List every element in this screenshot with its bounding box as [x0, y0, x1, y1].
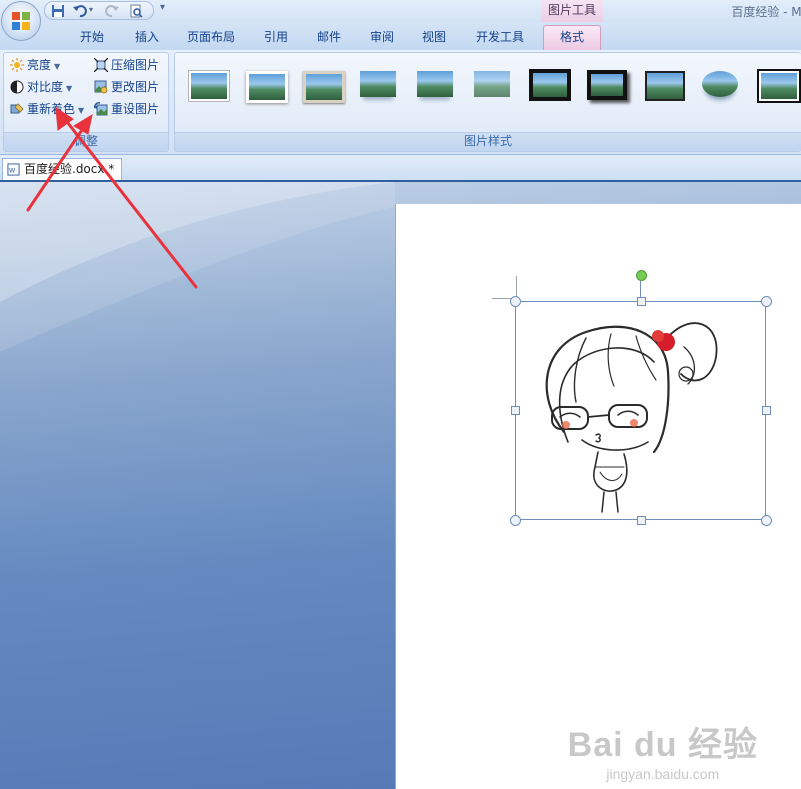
picture-style-thick-black-shadow[interactable]: [584, 67, 628, 101]
quick-access-toolbar: ▾: [44, 1, 154, 20]
resize-handle-bottom-left[interactable]: [510, 515, 521, 526]
window-title: 百度经验 - Mi: [731, 5, 801, 19]
office-logo-icon: [12, 12, 30, 30]
change-picture-label: 更改图片: [111, 80, 160, 94]
resize-handle-bottom-right[interactable]: [761, 515, 772, 526]
tab-mailings[interactable]: 邮件: [309, 27, 349, 49]
print-preview-icon[interactable]: [129, 4, 143, 18]
document-tab-bar: W 百度经验.docx *: [0, 155, 801, 182]
title-bar: ▾ ▾ 图片工具 百度经验 - Mi: [0, 0, 801, 22]
chevron-down-icon: ▼: [54, 62, 61, 71]
contrast-icon: [10, 80, 24, 94]
chevron-down-icon: ▼: [78, 106, 85, 115]
redo-icon[interactable]: [105, 4, 119, 18]
office-button[interactable]: [1, 1, 41, 41]
picture-style-simple-white-frame[interactable]: [185, 67, 229, 101]
tab-home[interactable]: 开始: [72, 27, 112, 49]
reset-picture-icon: [94, 102, 108, 116]
chevron-down-icon: ▼: [66, 84, 73, 93]
margin-mark: [516, 276, 517, 298]
save-icon[interactable]: [51, 4, 65, 18]
tab-review[interactable]: 审阅: [362, 27, 402, 49]
reset-picture-button[interactable]: 重设图片: [94, 99, 159, 119]
resize-handle-top-right[interactable]: [761, 296, 772, 307]
baidu-watermark: Bai du 经验 jingyan.baidu.com: [568, 717, 758, 782]
tab-format[interactable]: 格式: [543, 25, 601, 50]
undo-icon[interactable]: [73, 4, 87, 18]
picture-styles-group-label: 图片样式: [175, 132, 801, 151]
recolor-label: 重新着色: [27, 102, 76, 116]
watermark-url: jingyan.baidu.com: [606, 766, 720, 782]
picture-style-soft-edge[interactable]: [470, 67, 514, 101]
picture-style-reflected-soft[interactable]: [413, 67, 457, 101]
picture-style-thick-black-frame[interactable]: [527, 67, 571, 101]
tab-references[interactable]: 引用: [256, 27, 296, 49]
document-workspace: Bai du 经验 jingyan.baidu.com: [0, 182, 801, 789]
compress-pictures-button[interactable]: 压缩图片: [94, 55, 159, 75]
picture-styles-group: 图片样式: [174, 52, 801, 152]
watermark-logo: Bai du 经验: [567, 726, 758, 764]
picture-style-preview: [246, 71, 288, 103]
picture-style-oval-reflected[interactable]: [698, 67, 742, 101]
svg-text:W: W: [9, 166, 16, 174]
undo-dropdown-icon[interactable]: ▾: [89, 5, 93, 14]
picture-style-thin-black-frame[interactable]: [641, 67, 685, 101]
brightness-button[interactable]: 亮度 ▼: [10, 55, 60, 75]
cartoon-girl-drawing: [545, 322, 718, 513]
rotation-handle[interactable]: [636, 270, 647, 281]
picture-style-preview: [757, 69, 801, 103]
picture-style-preview: [702, 71, 738, 97]
tab-page-layout[interactable]: 页面布局: [180, 27, 242, 49]
picture-style-preview: [303, 71, 345, 103]
recolor-icon: [10, 103, 24, 114]
picture-style-preview: [587, 70, 627, 100]
word-document-icon: W: [7, 163, 20, 176]
adjust-group-label: 调整: [4, 132, 168, 151]
tab-view[interactable]: 视图: [414, 27, 454, 49]
document-page[interactable]: Bai du 经验 jingyan.baidu.com: [395, 204, 801, 789]
picture-style-preview: [645, 71, 685, 101]
document-tab[interactable]: W 百度经验.docx *: [2, 158, 122, 180]
resize-handle-top[interactable]: [637, 297, 646, 306]
sun-icon: [10, 58, 24, 72]
picture-style-beveled-frame[interactable]: [299, 67, 345, 103]
picture-style-double-frame[interactable]: [755, 67, 801, 103]
customize-qat-icon[interactable]: ▾: [160, 2, 165, 13]
picture-style-preview: [360, 71, 396, 97]
resize-handle-right[interactable]: [762, 406, 771, 415]
tab-insert[interactable]: 插入: [127, 27, 167, 49]
picture-style-soft-white-frame[interactable]: [242, 67, 288, 103]
reset-picture-label: 重设图片: [111, 102, 160, 116]
ribbon-body: 亮度 ▼ 对比度 ▼ 重新着色 ▼ 压缩图片 更改图片 重设图片 调整 图片样式: [0, 50, 801, 155]
compress-icon: [94, 58, 108, 72]
ribbon-tabs: W 开始 插入 页面布局 引用 邮件 审阅 视图 开发工具 格式: [0, 22, 801, 64]
document-tab-label: 百度经验.docx *: [24, 162, 115, 176]
contrast-button[interactable]: 对比度 ▼: [10, 77, 72, 97]
resize-handle-bottom[interactable]: [637, 516, 646, 525]
adjust-group: 亮度 ▼ 对比度 ▼ 重新着色 ▼ 压缩图片 更改图片 重设图片 调整: [3, 52, 169, 152]
picture-tools-header: 图片工具: [541, 0, 603, 22]
change-picture-button[interactable]: 更改图片: [94, 77, 159, 97]
picture-style-preview: [474, 71, 510, 97]
tab-developer[interactable]: 开发工具: [468, 27, 532, 49]
selected-picture[interactable]: [515, 301, 766, 520]
picture-style-preview: [189, 71, 229, 101]
picture-style-preview: [529, 69, 571, 101]
picture-style-reflected-frame[interactable]: [356, 67, 400, 101]
compress-pictures-label: 压缩图片: [111, 58, 160, 72]
picture-style-preview: [417, 71, 453, 97]
recolor-button[interactable]: 重新着色 ▼: [10, 99, 84, 119]
resize-handle-left[interactable]: [511, 406, 520, 415]
resize-handle-top-left[interactable]: [510, 296, 521, 307]
brightness-label: 亮度: [27, 58, 52, 72]
change-picture-icon: [94, 80, 108, 94]
contrast-label: 对比度: [27, 80, 64, 94]
